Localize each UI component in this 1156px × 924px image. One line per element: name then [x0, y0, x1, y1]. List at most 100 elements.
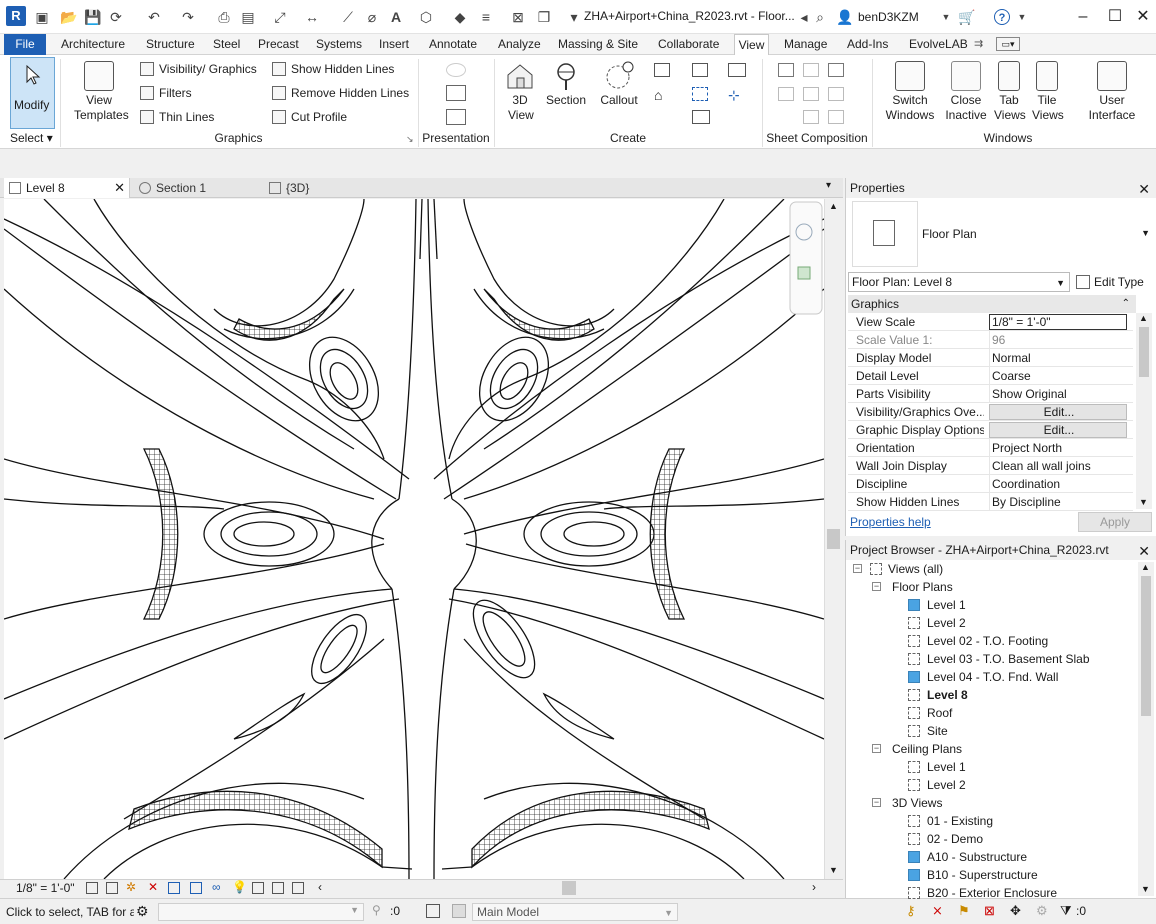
property-value[interactable]: Project North — [989, 439, 1127, 457]
tree-root-views[interactable]: Views (all) — [870, 560, 943, 578]
close-properties-icon[interactable]: ✕ — [1138, 179, 1150, 199]
select-underlay-icon[interactable]: ⨯ — [932, 903, 943, 919]
align-icon[interactable]: ⟋ — [340, 9, 356, 25]
tabs-menu-icon[interactable]: ▾ — [826, 180, 831, 191]
tab-add-ins[interactable]: Add-Ins — [844, 34, 891, 55]
thin-lines-button[interactable]: Thin Lines — [140, 108, 214, 126]
maximize-icon[interactable]: ☐ — [1106, 8, 1124, 26]
switch-windows-icon[interactable]: ❐ — [536, 9, 552, 25]
tree-item[interactable]: A10 - Substructure — [908, 848, 1027, 866]
help-dropdown-icon[interactable]: ▼ — [1014, 9, 1030, 25]
tree-item[interactable]: Level 04 - T.O. Fnd. Wall — [908, 668, 1058, 686]
property-row[interactable]: Show Hidden Lines By Discipline — [848, 493, 1133, 511]
property-value[interactable]: 96 — [989, 331, 1127, 349]
type-dropdown-icon[interactable]: ▼ — [1141, 228, 1150, 238]
thin-lines-icon[interactable]: ≡ — [478, 9, 494, 25]
select-dropdown[interactable]: Select ▾ — [10, 131, 53, 145]
property-row[interactable]: View Scale 1/8" = 1'-0" — [848, 313, 1133, 331]
tree-item[interactable]: Site — [908, 722, 948, 740]
tab-collaborate[interactable]: Collaborate — [655, 34, 722, 55]
tab-evolvelab[interactable]: EvolveLAB — [906, 34, 971, 55]
view-scale[interactable]: 1/8" = 1'-0" — [16, 881, 75, 895]
revisions-icon[interactable] — [778, 87, 794, 101]
more-tabs-icon[interactable]: ⇉ — [974, 37, 983, 50]
property-value[interactable]: 1/8" = 1'-0" — [989, 314, 1127, 330]
user-name[interactable]: benD3KZM — [858, 10, 919, 24]
active-workset-dropdown[interactable]: ▼ — [158, 903, 364, 921]
property-row[interactable]: Scale Value 1: 96 — [848, 331, 1133, 349]
tree-item[interactable]: Level 1 — [908, 596, 966, 614]
tree-item[interactable]: Level 8 — [908, 686, 968, 704]
graphics-group-header[interactable]: Graphics ⌃ — [848, 295, 1136, 313]
viewports-icon[interactable] — [828, 110, 844, 124]
home-icon[interactable]: ▣ — [34, 9, 50, 25]
print-icon[interactable]: ⎙ — [216, 9, 232, 25]
drag-elements-icon[interactable]: ✥ — [1010, 903, 1021, 919]
collapse-toggle[interactable]: − — [872, 582, 881, 591]
view-reference-icon[interactable] — [803, 110, 819, 124]
tab-steel[interactable]: Steel — [210, 34, 243, 55]
drafting-view-icon[interactable] — [692, 63, 708, 77]
scroll-left-icon[interactable]: ‹ — [318, 880, 322, 894]
switch-windows-button[interactable]: Switch Windows — [880, 61, 940, 123]
reveal-hidden-icon[interactable]: 💡 — [232, 880, 247, 894]
collapse-toggle[interactable]: − — [872, 798, 881, 807]
property-value[interactable]: Coarse — [989, 367, 1127, 385]
cart-icon[interactable]: 🛒 — [958, 9, 975, 25]
render-gallery-icon[interactable] — [446, 109, 466, 125]
render-cloud-icon[interactable] — [446, 85, 466, 101]
tree-item[interactable]: Level 2 — [908, 614, 966, 632]
place-view-icon[interactable] — [828, 63, 844, 77]
legends-icon[interactable] — [692, 110, 710, 124]
analytical-icon[interactable] — [272, 882, 284, 894]
view-tab-3d[interactable]: {3D} — [264, 178, 344, 198]
crop-view-icon[interactable] — [168, 882, 180, 894]
tree-item[interactable]: B10 - Superstructure — [908, 866, 1038, 884]
horizontal-scroll-thumb[interactable] — [562, 881, 576, 895]
measure-icon[interactable]: ⤢ — [272, 9, 288, 25]
tab-file[interactable]: File — [4, 34, 46, 55]
tab-analyze[interactable]: Analyze — [495, 34, 544, 55]
drawing-canvas[interactable] — [4, 199, 824, 879]
save-icon[interactable]: 💾 — [84, 9, 101, 25]
property-row[interactable]: Display Model Normal — [848, 349, 1133, 367]
property-row[interactable]: Detail Level Coarse — [848, 367, 1133, 385]
tree-item[interactable]: Level 2 — [908, 776, 966, 794]
render-icon[interactable] — [446, 63, 466, 77]
edit-type-button[interactable]: Edit Type — [1076, 272, 1144, 292]
open-icon[interactable]: 📂 — [60, 9, 77, 25]
property-value[interactable]: Coordination — [989, 475, 1127, 493]
main-model-icon[interactable] — [452, 904, 466, 918]
property-value[interactable]: Clean all wall joins — [989, 457, 1127, 475]
tree-item[interactable]: 02 - Demo — [908, 830, 983, 848]
show-hidden-lines-button[interactable]: Show Hidden Lines — [272, 60, 394, 78]
design-option-dropdown[interactable]: Main Model ▼ — [472, 903, 678, 921]
tree-item[interactable]: Level 02 - T.O. Footing — [908, 632, 1048, 650]
design-options-icon[interactable] — [426, 904, 440, 918]
schedules-icon[interactable] — [728, 63, 746, 77]
binoculars-icon[interactable]: ⌕ — [812, 9, 828, 25]
tag-icon[interactable]: ⌀ — [364, 9, 380, 25]
remove-hidden-lines-button[interactable]: Remove Hidden Lines — [272, 84, 409, 102]
close-hidden-icon[interactable]: ⊠ — [510, 9, 526, 25]
view-tab-section-1[interactable]: Section 1 — [134, 178, 254, 198]
elevation-icon[interactable]: ⌂ — [654, 87, 662, 103]
plan-views-icon[interactable] — [654, 63, 670, 77]
property-row[interactable]: Visibility/Graphics Ove... Edit... — [848, 403, 1133, 421]
collapse-group-icon[interactable]: ⌃ — [1122, 295, 1130, 313]
canvas-vertical-scrollbar[interactable]: ▲ ▼ — [824, 199, 842, 879]
scope-box-icon[interactable]: ⊹ — [728, 87, 740, 104]
guide-grid-icon[interactable] — [803, 87, 819, 101]
scroll-up-icon[interactable]: ▲ — [829, 201, 838, 211]
callout-button[interactable]: Callout — [596, 61, 642, 108]
scroll-right-icon[interactable]: › — [812, 880, 816, 894]
constraints-icon[interactable] — [292, 882, 304, 894]
tab-manage[interactable]: Manage — [781, 34, 830, 55]
detail-level-icon[interactable] — [86, 882, 98, 894]
close-icon[interactable]: ✕ — [1134, 8, 1152, 26]
property-row[interactable]: Orientation Project North — [848, 439, 1133, 457]
chevron-left-icon[interactable]: ◂ — [796, 9, 812, 25]
floor-plan-drawing[interactable] — [4, 199, 824, 879]
property-row[interactable]: Graphic Display Options Edit... — [848, 421, 1133, 439]
3d-view-button[interactable]: 3D View — [500, 61, 540, 123]
